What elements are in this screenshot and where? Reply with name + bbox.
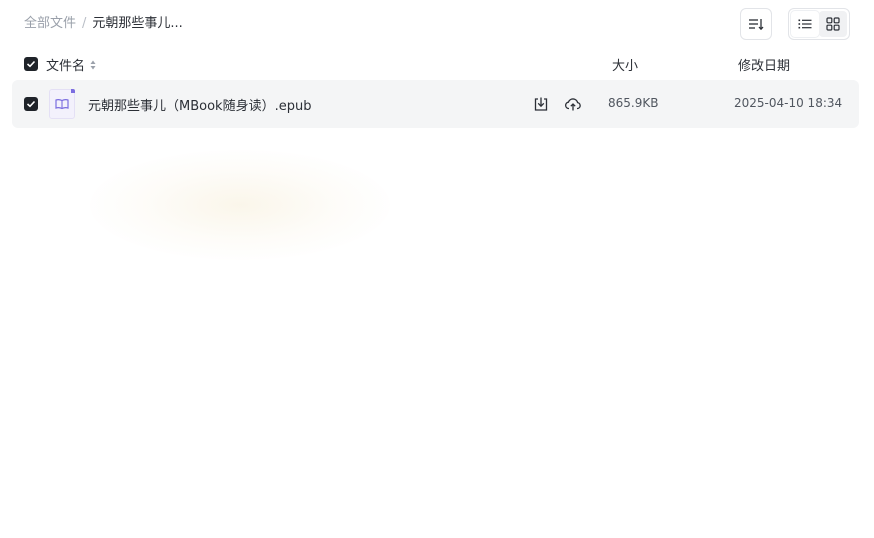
grid-view-button[interactable]: [819, 11, 847, 37]
book-icon: [49, 89, 75, 119]
breadcrumb-separator: /: [82, 16, 87, 31]
column-header-name-label: 文件名: [46, 59, 86, 74]
check-icon: [26, 100, 36, 108]
table-header: 文件名 大小 修改日期: [0, 52, 874, 76]
view-toggle: [788, 8, 850, 40]
column-header-modified: 修改日期: [738, 59, 791, 74]
column-header-name[interactable]: 文件名: [46, 55, 96, 74]
table-row[interactable]: 元朝那些事儿（MBook随身读）.epub 865.9KB 2025-04-10…: [12, 80, 859, 128]
download-button[interactable]: [531, 94, 551, 114]
list-icon: [798, 19, 812, 29]
cloud-upload-icon: [565, 98, 581, 111]
download-icon: [534, 97, 548, 111]
sort-button[interactable]: [740, 8, 772, 40]
column-header-size: 大小: [612, 59, 639, 74]
breadcrumb: 全部文件 / 元朝那些事儿...: [24, 15, 183, 33]
check-icon: [26, 60, 36, 68]
grid-icon: [826, 17, 840, 31]
save-to-cloud-button[interactable]: [563, 94, 583, 114]
file-name[interactable]: 元朝那些事儿（MBook随身读）.epub: [88, 95, 311, 114]
sort-icon: [749, 19, 764, 31]
select-all-checkbox[interactable]: [24, 57, 38, 71]
background-glow: [90, 150, 390, 260]
breadcrumb-root[interactable]: 全部文件: [24, 15, 76, 33]
file-browser: 全部文件 / 元朝那些事儿... 文件名 大小 修改日期 元朝那些事儿（MBoo…: [0, 0, 874, 538]
list-view-button[interactable]: [791, 11, 819, 37]
sort-arrows-icon: [90, 60, 96, 70]
breadcrumb-current: 元朝那些事儿...: [92, 16, 183, 31]
row-checkbox[interactable]: [24, 97, 38, 111]
file-modified-date: 2025-04-10 18:34: [734, 96, 843, 110]
file-size: 865.9KB: [608, 96, 659, 110]
